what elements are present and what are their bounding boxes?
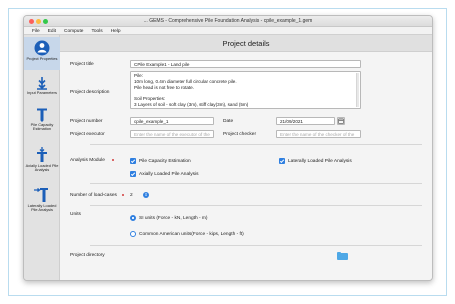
section-divider <box>90 183 422 184</box>
si-units-radio-label: SI units (Force - kN, Length - m) <box>139 216 208 221</box>
sidebar-item-label: Project Properties <box>26 56 58 61</box>
pile-capacity-checkbox[interactable] <box>130 158 136 164</box>
units-label: Units <box>70 212 81 217</box>
axially-loaded-icon <box>37 147 47 162</box>
app-window: ... GEMS - Comprehensive Pile Foundation… <box>23 15 433 281</box>
sidebar-item-label: Axially Loaded Pile Analysis <box>25 163 59 173</box>
sidebar: Project Properties Input Parameters Pile… <box>24 35 60 280</box>
load-cases-label: Number of load-cases <box>70 193 117 198</box>
sidebar-item-pile-capacity[interactable]: Pile Capacity Estimation <box>24 108 60 138</box>
project-directory-label: Project directory <box>70 253 105 258</box>
load-cases-value[interactable]: 2 <box>130 193 133 198</box>
sidebar-item-label: Pile Capacity Estimation <box>30 122 54 132</box>
project-executor-input[interactable]: Enter the name of the executor of the <box>130 130 214 138</box>
calendar-icon <box>338 118 344 124</box>
sidebar-item-label: Laterally Loaded Pile Analysis <box>27 203 57 213</box>
menu-help[interactable]: Help <box>107 27 125 34</box>
description-scrollbar[interactable] <box>356 73 359 107</box>
analysis-module-label: Analysis Module <box>70 158 105 163</box>
main-panel: Project details Project title CPile Exam… <box>60 35 432 280</box>
date-label: Date <box>223 119 234 124</box>
pile-capacity-icon <box>37 108 47 122</box>
project-checker-input[interactable]: Enter the name of the checker of the <box>276 130 361 138</box>
axially-loaded-checkbox-label: Axially Loaded Pile Analysis <box>139 172 199 177</box>
menu-bar: File Edit Compute Tools Help <box>24 27 432 35</box>
description-line: 3 Layers of soil - soft clay (3m), stiff… <box>134 101 249 107</box>
project-executor-label: Project executor <box>70 132 105 137</box>
required-indicator-icon <box>112 159 114 161</box>
project-checker-label: Project checker <box>223 132 257 137</box>
menu-file[interactable]: File <box>28 27 44 34</box>
american-units-radio-label: Common American units(Force - kips, Leng… <box>139 232 244 237</box>
menu-edit[interactable]: Edit <box>44 27 60 34</box>
menu-tools[interactable]: Tools <box>87 27 106 34</box>
page-title: Project details <box>60 35 432 52</box>
sidebar-item-label: Input Parameters <box>27 90 57 95</box>
calendar-button[interactable] <box>337 117 345 125</box>
project-title-input[interactable]: CPile Example1 - Land pile <box>130 60 361 68</box>
laterally-loaded-checkbox[interactable] <box>279 158 285 164</box>
project-title-label: Project title <box>70 62 94 67</box>
date-input[interactable]: 21/09/2021 <box>276 117 335 125</box>
section-divider <box>90 144 422 145</box>
axially-loaded-checkbox[interactable] <box>130 171 136 177</box>
window-title: ... GEMS - Comprehensive Pile Foundation… <box>143 18 313 24</box>
section-divider <box>90 245 422 246</box>
section-divider <box>90 205 422 206</box>
project-number-input[interactable]: cpile_example_1 <box>130 117 214 125</box>
required-indicator-icon <box>122 194 124 196</box>
si-units-radio[interactable] <box>130 215 136 221</box>
sidebar-item-project-properties[interactable]: Project Properties <box>24 37 60 70</box>
load-cases-stepper[interactable]: ⇕ <box>143 192 149 198</box>
project-properties-icon <box>34 40 50 56</box>
menu-compute[interactable]: Compute <box>60 27 87 34</box>
input-parameters-icon <box>37 77 47 90</box>
sidebar-item-axially-loaded[interactable]: Axially Loaded Pile Analysis <box>24 147 60 180</box>
pile-capacity-checkbox-label: Pile Capacity Estimation <box>139 159 191 164</box>
folder-icon[interactable] <box>337 251 348 260</box>
sidebar-item-input-parameters[interactable]: Input Parameters <box>24 76 60 102</box>
project-description-label: Project description <box>70 90 110 95</box>
project-description-textarea[interactable]: Pile: 10m long, 0.4m diameter full circu… <box>130 71 361 109</box>
sidebar-item-laterally-loaded[interactable]: Laterally Loaded Pile Analysis <box>24 187 60 223</box>
laterally-loaded-icon <box>34 187 48 202</box>
laterally-loaded-checkbox-label: Laterally Loaded Pile Analysis <box>288 159 352 164</box>
title-bar: ... GEMS - Comprehensive Pile Foundation… <box>24 16 432 27</box>
american-units-radio[interactable] <box>130 231 136 237</box>
project-number-label: Project number <box>70 119 103 124</box>
